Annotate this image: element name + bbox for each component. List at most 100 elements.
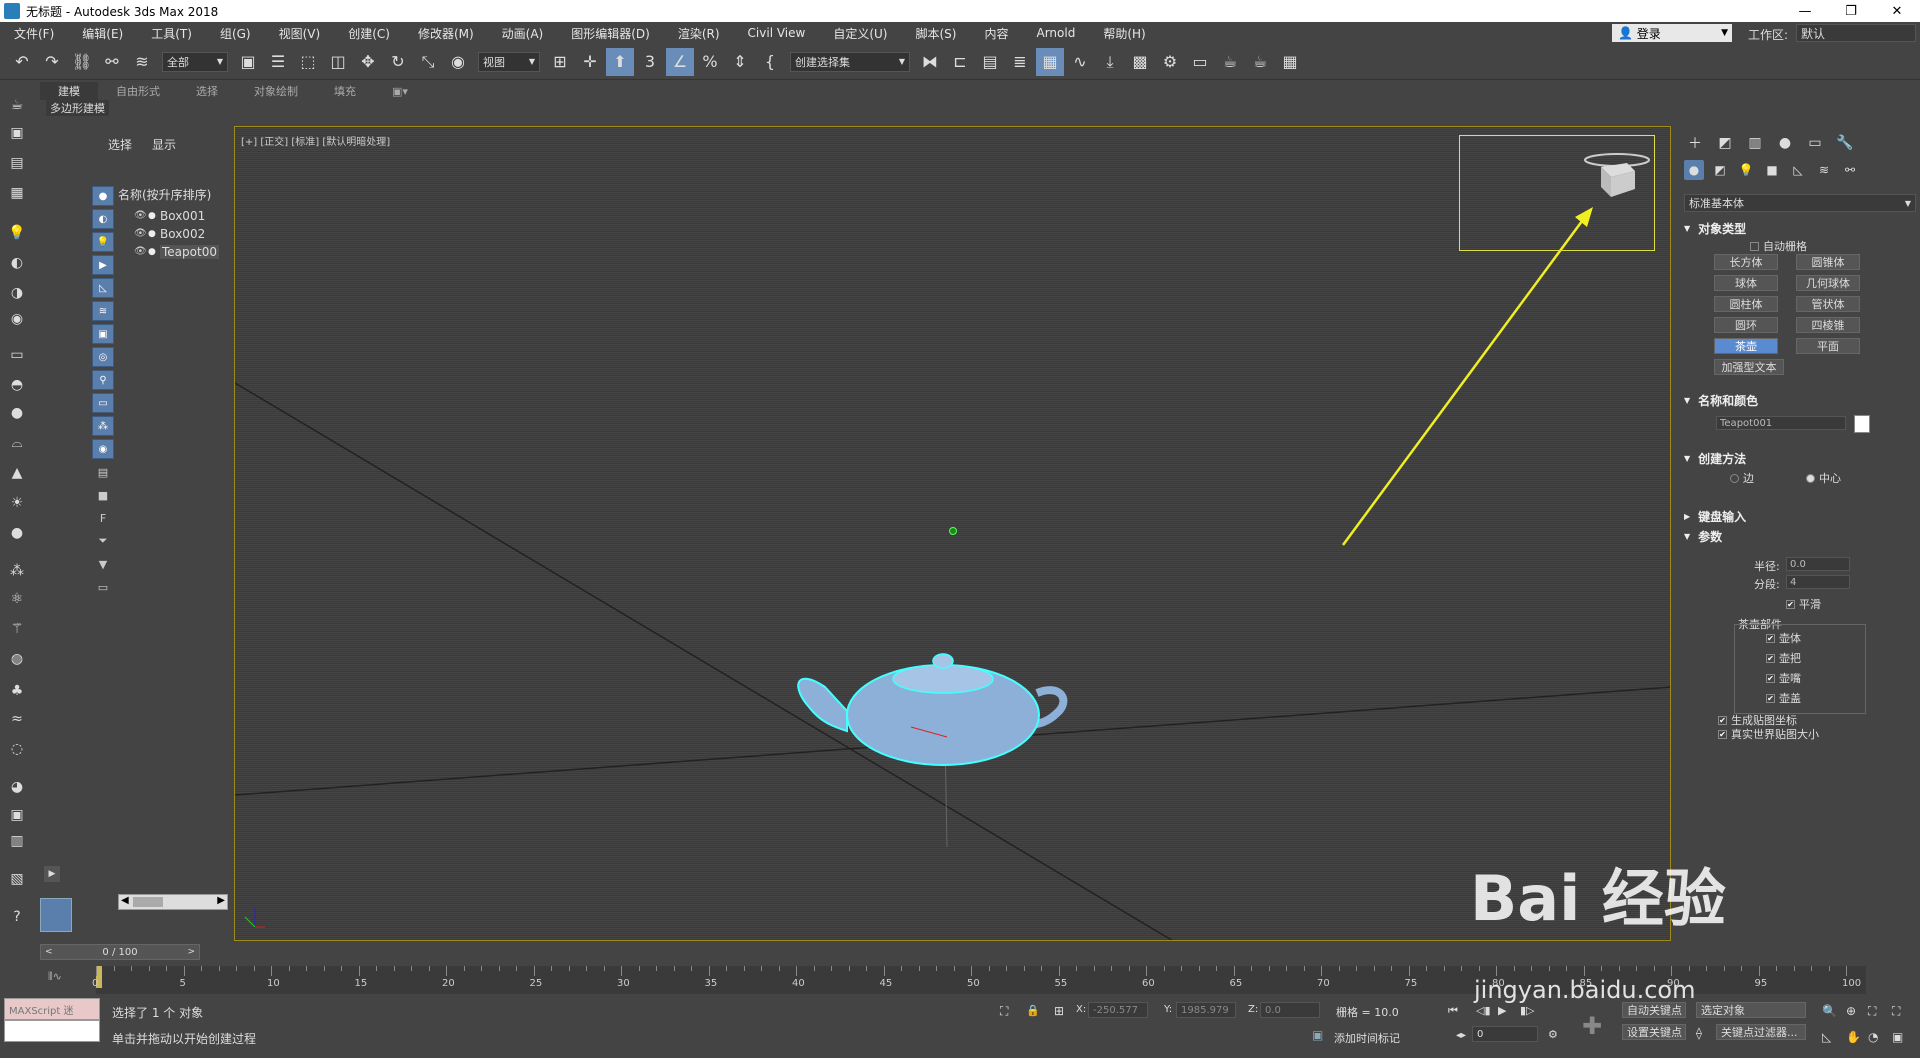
scroll-left-icon[interactable]: ◀: [121, 895, 129, 906]
current-frame-field[interactable]: 0: [1472, 1026, 1538, 1042]
rollout-name-color[interactable]: ▼ 名称和颜色: [1684, 392, 1758, 409]
set-key-button[interactable]: 设置关键点: [1622, 1024, 1686, 1040]
keyboard-shortcut-override-icon[interactable]: ⬆: [606, 47, 634, 76]
textplus-button[interactable]: 加强型文本: [1714, 359, 1784, 375]
rollout-keyboard-entry[interactable]: ▶ 键盘输入: [1684, 508, 1746, 525]
render-dot-icon[interactable]: ●: [148, 229, 160, 239]
modify-tab-icon[interactable]: ◩: [1714, 132, 1736, 154]
place-icon[interactable]: ◉: [444, 48, 472, 76]
map-icon[interactable]: ▧: [5, 868, 29, 890]
key-filters-button[interactable]: 关键点过滤器...: [1716, 1024, 1806, 1040]
filter-live-icon[interactable]: ■: [92, 485, 114, 505]
filter-xrefs-icon[interactable]: ◎: [92, 347, 114, 367]
zoom-extents-icon[interactable]: ⛶: [1868, 1004, 1876, 1019]
percent-snap-icon[interactable]: %: [696, 48, 724, 76]
bind-spacewarp-icon[interactable]: ≋: [128, 48, 156, 76]
particles-icon[interactable]: ⁂: [5, 560, 29, 582]
eye-icon[interactable]: 👁: [134, 210, 148, 221]
tab-freeform[interactable]: 自由形式: [98, 82, 178, 100]
scene-hscrollbar[interactable]: ◀ ▶: [118, 894, 228, 910]
filter-geometry-icon[interactable]: ●: [92, 186, 114, 206]
material-icon[interactable]: ▣: [5, 122, 29, 144]
set-key-icon[interactable]: ✚: [1582, 1012, 1602, 1040]
redo-icon[interactable]: ↷: [38, 48, 66, 76]
box-icon[interactable]: ▭: [5, 344, 29, 366]
spacewarps-icon[interactable]: ≋: [1814, 160, 1834, 180]
lights-icon[interactable]: 💡: [1736, 160, 1756, 180]
orbit-icon[interactable]: ◔: [1868, 1030, 1878, 1044]
rollout-parameters[interactable]: ▼ 参数: [1684, 528, 1722, 545]
x-coord-field[interactable]: -250.577: [1088, 1002, 1148, 1018]
list-item[interactable]: 👁 ● Teapot00: [134, 243, 219, 260]
maxscript-listener-field[interactable]: MAXScript 迷: [4, 998, 100, 1020]
part-spout-checkbox[interactable]: ✔ 壶嘴: [1766, 670, 1801, 686]
radius-spinner[interactable]: 0.0: [1786, 557, 1850, 571]
filter-particles-icon[interactable]: ⁂: [92, 416, 114, 436]
named-selection-select[interactable]: 创建选择集 ▼: [790, 51, 910, 72]
box-button[interactable]: 长方体: [1714, 254, 1778, 270]
selection-filter-select[interactable]: 全部 ▼: [162, 51, 228, 72]
curve-editor-icon[interactable]: ∿: [1066, 48, 1094, 76]
angle-snap-icon[interactable]: ∠: [666, 47, 694, 76]
selected-object-select[interactable]: 选定对象: [1696, 1002, 1806, 1018]
list-item[interactable]: 👁 ● Box001: [134, 207, 205, 224]
menu-graph-editors[interactable]: 图形编辑器(D): [557, 25, 664, 42]
time-tag-icon[interactable]: ▣: [1312, 1028, 1323, 1042]
mirror-icon[interactable]: ⧓: [916, 48, 944, 76]
rollout-object-type[interactable]: ▼ 对象类型: [1684, 220, 1746, 237]
scroll-right-icon[interactable]: ▶: [217, 895, 225, 906]
light-icon[interactable]: 💡: [5, 222, 29, 244]
viewport-layout-icon[interactable]: ▥: [5, 830, 29, 852]
part-handle-checkbox[interactable]: ✔ 壶把: [1766, 650, 1801, 666]
sphere-button[interactable]: 球体: [1714, 275, 1778, 291]
systems-icon[interactable]: ⚯: [1840, 160, 1860, 180]
minimize-button[interactable]: —: [1782, 0, 1828, 22]
orb-icon[interactable]: ●: [5, 522, 29, 544]
window-crossing-icon[interactable]: ◫: [324, 48, 352, 76]
goto-start-icon[interactable]: ⏮: [1448, 1004, 1458, 1018]
primitive-type-select[interactable]: 标准基本体 ▼: [1684, 194, 1916, 212]
menu-content[interactable]: 内容: [970, 25, 1022, 42]
tube-button[interactable]: 管状体: [1796, 296, 1860, 312]
teapot-button[interactable]: 茶壶: [1714, 338, 1778, 354]
tab-populate[interactable]: 填充: [316, 82, 374, 100]
mini-curve-icon[interactable]: ⫴∿: [48, 970, 62, 984]
y-coord-field[interactable]: 1985.979: [1176, 1002, 1236, 1018]
filter-lights-icon[interactable]: 💡: [92, 232, 114, 252]
select-manipulate-icon[interactable]: ✛: [576, 48, 604, 76]
display-tab-icon[interactable]: ▭: [1804, 132, 1826, 154]
scale-icon[interactable]: ⤡: [414, 48, 442, 76]
container-icon[interactable]: ▭: [92, 577, 114, 597]
filter-shapes-icon[interactable]: ◐: [92, 209, 114, 229]
render-activeshade-icon[interactable]: ▦: [1276, 48, 1304, 76]
menu-view[interactable]: 视图(V): [265, 25, 335, 42]
pyramid-button[interactable]: 四棱锥: [1796, 317, 1860, 333]
link-icon[interactable]: ⛓: [68, 48, 96, 76]
grass-icon[interactable]: ♣: [5, 680, 29, 702]
menu-rendering[interactable]: 渲染(R): [664, 25, 734, 42]
sphere-icon[interactable]: ●: [5, 402, 29, 424]
torus-button[interactable]: 圆环: [1714, 317, 1778, 333]
tab-selection[interactable]: 选择: [178, 82, 236, 100]
real-world-checkbox[interactable]: ✔ 真实世界贴图大小: [1718, 726, 1819, 742]
cylinder-button[interactable]: 圆柱体: [1714, 296, 1778, 312]
render-setup-icon[interactable]: ⚙: [1156, 48, 1184, 76]
scene-list-header[interactable]: 名称(按升序排序): [118, 186, 228, 204]
object-name-field[interactable]: Teapot001: [1716, 416, 1846, 430]
menu-civil-view[interactable]: Civil View: [734, 26, 820, 40]
basket-icon[interactable]: ⌓: [5, 432, 29, 454]
scroll-thumb[interactable]: [133, 897, 163, 907]
key-filter-icon[interactable]: ⟠: [1696, 1026, 1702, 1040]
z-coord-field[interactable]: 0.0: [1260, 1002, 1320, 1018]
teapot-object[interactable]: [797, 653, 1068, 766]
layer-explorer-icon[interactable]: ≣: [1006, 48, 1034, 76]
funnel-icon[interactable]: ⏷: [92, 531, 114, 551]
hierarchy-tab-icon[interactable]: ▥: [1744, 132, 1766, 154]
part-lid-checkbox[interactable]: ✔ 壶盖: [1766, 690, 1801, 706]
cone-icon[interactable]: ▲: [5, 462, 29, 484]
ref-coord-select[interactable]: 视图 ▼: [478, 51, 540, 72]
viewport-layout-button[interactable]: [40, 898, 72, 932]
select-object-icon[interactable]: ▣: [234, 48, 262, 76]
filter-groups-icon[interactable]: ▣: [92, 324, 114, 344]
tab-modeling[interactable]: 建模: [40, 82, 98, 100]
